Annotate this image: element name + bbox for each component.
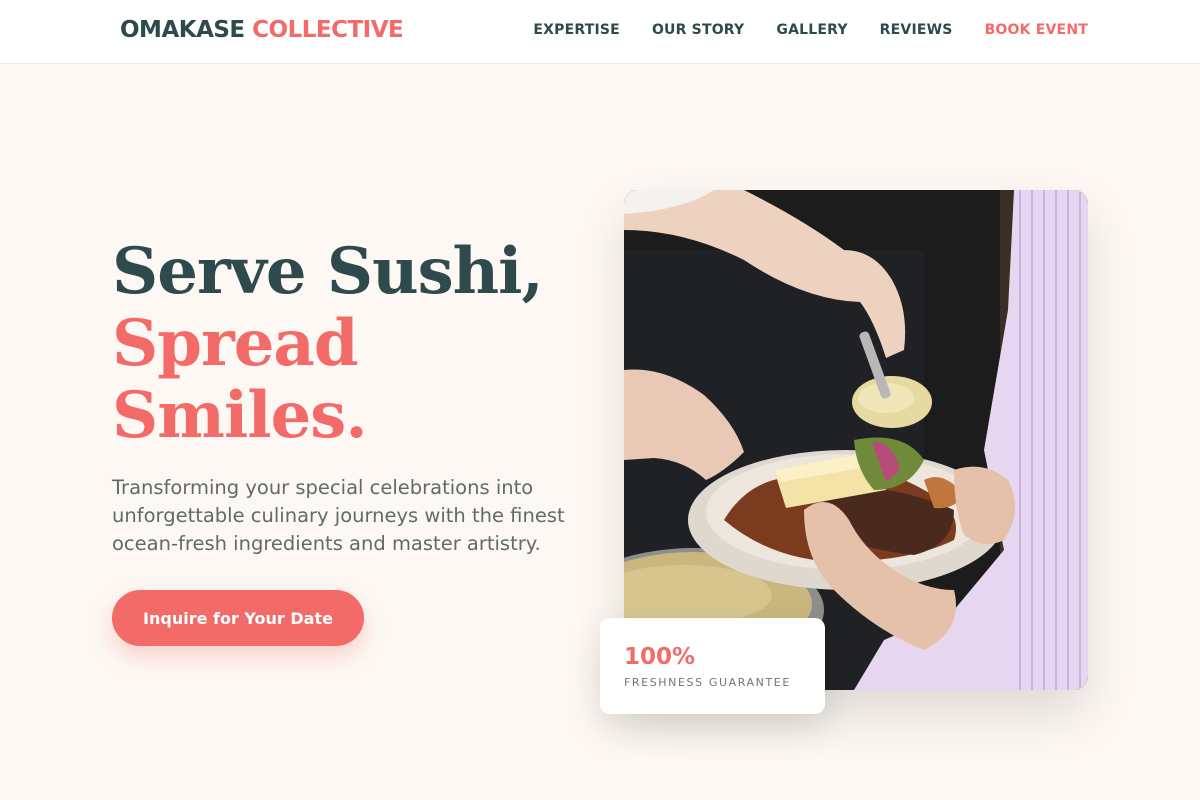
nav-link-book-event[interactable]: BOOK EVENT [985, 22, 1088, 38]
hero-subtitle: Transforming your special celebrations i… [112, 476, 565, 555]
badge-value: 100% [624, 644, 696, 670]
nav-link-gallery[interactable]: GALLERY [776, 22, 847, 38]
hero-title: Serve Sushi, Spread Smiles. [112, 236, 582, 452]
top-navigation-bar: OMAKASE COLLECTIVE EXPERTISE OUR STORY G… [0, 0, 1200, 64]
inquire-button[interactable]: Inquire for Your Date [112, 590, 364, 646]
nav-link-expertise[interactable]: EXPERTISE [533, 22, 620, 38]
hero-title-line3: Smiles. [112, 378, 368, 453]
brand-name-part2: COLLECTIVE [252, 17, 404, 43]
freshness-badge: 100% FRESHNESS GUARANTEE [600, 618, 825, 714]
nav-link-our-story[interactable]: OUR STORY [652, 22, 744, 38]
brand-name-part1: OMAKASE [120, 17, 245, 43]
main-nav: EXPERTISE OUR STORY GALLERY REVIEWS BOOK… [533, 22, 1088, 38]
nav-link-reviews[interactable]: REVIEWS [880, 22, 953, 38]
hero-food-photo [624, 190, 1088, 690]
hero-title-line2: Spread [112, 306, 359, 381]
badge-label: FRESHNESS GUARANTEE [624, 676, 791, 689]
hero-title-line1: Serve Sushi, [112, 234, 544, 309]
brand-logo[interactable]: OMAKASE COLLECTIVE [120, 17, 404, 43]
